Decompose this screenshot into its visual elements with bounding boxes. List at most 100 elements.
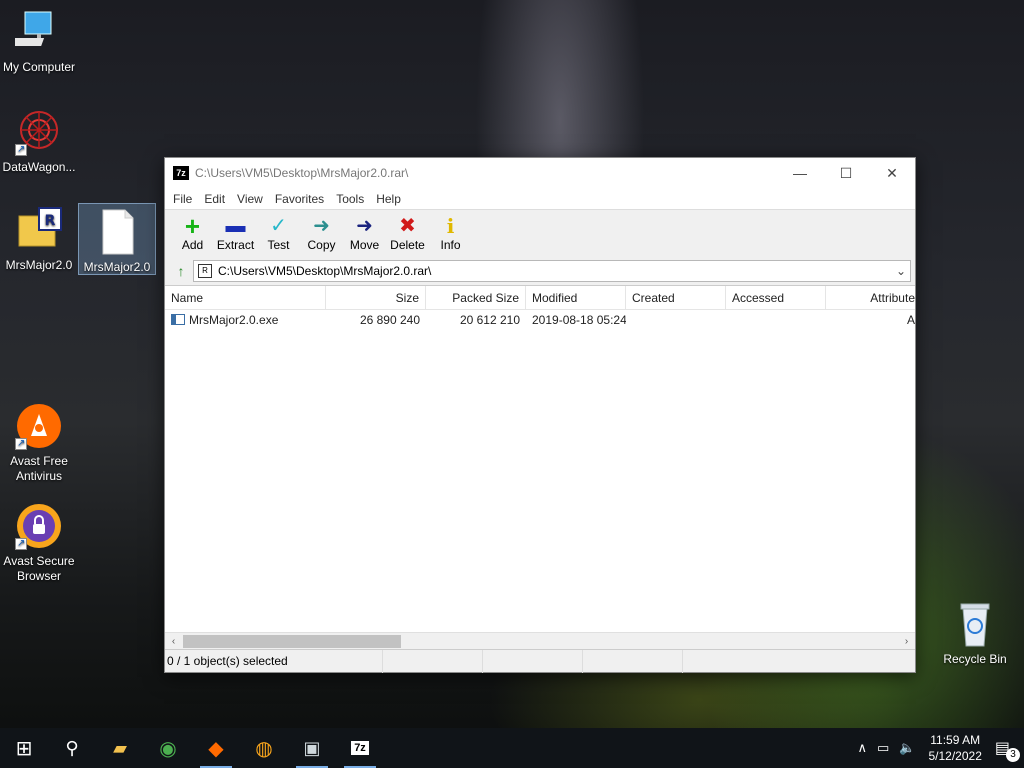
- test-label: Test: [267, 238, 290, 252]
- avast-icon: ◆: [208, 737, 224, 760]
- menu-edit[interactable]: Edit: [198, 192, 231, 206]
- shortcut-arrow-icon: [15, 142, 27, 157]
- scroll-thumb[interactable]: [183, 635, 401, 648]
- delete-label: Delete: [390, 238, 425, 252]
- scroll-left-button[interactable]: ‹: [165, 633, 182, 649]
- avast-browser-icon: [15, 502, 63, 551]
- copy-button[interactable]: ➜ Copy: [300, 214, 343, 252]
- up-folder-button[interactable]: ↑: [169, 260, 193, 282]
- delete-icon: ✖: [399, 215, 416, 237]
- cell-modified: 2019-08-18 05:24: [532, 313, 626, 327]
- rar-archive-icon: R: [15, 206, 63, 254]
- cell-packed-size: 20 612 210: [459, 313, 520, 327]
- taskbar-avast-browser[interactable]: ◍: [240, 728, 288, 768]
- address-field[interactable]: R C:\Users\VM5\Desktop\MrsMajor2.0.rar\ …: [193, 260, 911, 282]
- status-bar: 0 / 1 object(s) selected: [165, 649, 915, 673]
- shortcut-arrow-icon: [15, 436, 27, 451]
- menu-bar: File Edit View Favorites Tools Help: [165, 188, 915, 210]
- exe-file-icon: [171, 314, 185, 325]
- copy-icon: ➜: [313, 215, 330, 237]
- extract-button[interactable]: ▬ Extract: [214, 214, 257, 252]
- desktop-icon-rar-archive[interactable]: R MrsMajor2.0: [1, 206, 77, 273]
- copy-label: Copy: [307, 238, 336, 252]
- cell-size: 26 890 240: [359, 313, 420, 327]
- column-modified[interactable]: Modified: [526, 286, 626, 310]
- menu-tools[interactable]: Tools: [330, 192, 370, 206]
- folder-icon: ▰: [113, 737, 127, 758]
- menu-help[interactable]: Help: [370, 192, 407, 206]
- datawagon-icon: [15, 108, 63, 157]
- network-icon[interactable]: ▭: [872, 740, 894, 756]
- search-icon: ⚲: [65, 737, 79, 758]
- 7zip-file-manager-window: 7z C:\Users\VM5\Desktop\MrsMajor2.0.rar\…: [164, 157, 916, 673]
- chevron-down-icon[interactable]: ⌄: [892, 264, 910, 278]
- desktop-icon-datawagon[interactable]: DataWagon...: [1, 108, 77, 175]
- status-cell-3: [483, 649, 583, 673]
- test-icon: ✓: [270, 215, 287, 237]
- table-row[interactable]: MrsMajor2.0.exe 26 890 240 20 612 210 20…: [165, 310, 915, 330]
- 7zip-app-icon: 7z: [173, 166, 189, 180]
- cell-created: [626, 310, 726, 330]
- start-button[interactable]: ⊞: [0, 728, 48, 768]
- system-tray: ∧ ▭ 🔈 11:59 AM 5/12/2022 ▤ 3: [852, 728, 1024, 768]
- minimize-button[interactable]: —: [777, 158, 823, 188]
- clock-time: 11:59 AM: [930, 733, 981, 747]
- address-bar: ↑ R C:\Users\VM5\Desktop\MrsMajor2.0.rar…: [165, 258, 915, 284]
- window-title: C:\Users\VM5\Desktop\MrsMajor2.0.rar\: [195, 166, 409, 180]
- add-button[interactable]: + Add: [171, 211, 214, 252]
- delete-button[interactable]: ✖ Delete: [386, 214, 429, 252]
- desktop-icon-label: My Computer: [2, 60, 76, 74]
- title-bar[interactable]: 7z C:\Users\VM5\Desktop\MrsMajor2.0.rar\…: [165, 158, 915, 188]
- info-button[interactable]: i Info: [429, 214, 472, 252]
- search-button[interactable]: ⚲: [48, 728, 96, 768]
- info-icon: i: [446, 214, 455, 238]
- column-name[interactable]: Name: [165, 286, 326, 310]
- desktop-icon-my-computer[interactable]: My Computer: [1, 8, 77, 75]
- add-icon: +: [184, 211, 201, 241]
- avast-antivirus-icon: [15, 402, 63, 451]
- blank-file-icon: [93, 208, 141, 256]
- extract-label: Extract: [216, 238, 255, 252]
- windows-logo-icon: ⊞: [15, 737, 33, 760]
- menu-favorites[interactable]: Favorites: [269, 192, 330, 206]
- toolbar: + Add ▬ Extract ✓ Test ➜ Copy ➜ Move ✖ D…: [165, 210, 915, 258]
- cell-name: MrsMajor2.0.exe: [165, 310, 326, 330]
- desktop-icon-recycle-bin[interactable]: Recycle Bin: [937, 600, 1013, 667]
- desktop-icon-avast-antivirus[interactable]: Avast Free Antivirus: [1, 402, 77, 484]
- taskbar-file-explorer[interactable]: ▰: [96, 728, 144, 768]
- file-list: Name Size Packed Size Modified Created A…: [165, 285, 915, 649]
- column-accessed[interactable]: Accessed: [726, 286, 826, 310]
- status-cell-4: [583, 649, 683, 673]
- column-attributes[interactable]: Attribute: [826, 286, 915, 310]
- taskbar-chrome[interactable]: ◉: [144, 728, 192, 768]
- recycle-bin-icon: [951, 600, 999, 648]
- menu-file[interactable]: File: [167, 192, 198, 206]
- column-created[interactable]: Created: [626, 286, 726, 310]
- svg-text:R: R: [45, 213, 56, 229]
- clock[interactable]: 11:59 AM 5/12/2022: [920, 732, 989, 764]
- volume-icon[interactable]: 🔈: [894, 740, 920, 756]
- move-button[interactable]: ➜ Move: [343, 214, 386, 252]
- column-size[interactable]: Size: [326, 286, 426, 310]
- status-selection: 0 / 1 object(s) selected: [165, 649, 383, 673]
- desktop-icon-avast-browser[interactable]: Avast Secure Browser: [1, 502, 77, 584]
- chevron-up-icon[interactable]: ∧: [852, 740, 872, 756]
- desktop-icon-label: DataWagon...: [2, 160, 76, 174]
- file-name: MrsMajor2.0.exe: [189, 313, 279, 327]
- avast-browser-icon: ◍: [255, 737, 273, 760]
- taskbar-7zip[interactable]: 7z: [336, 728, 384, 768]
- column-packed-size[interactable]: Packed Size: [426, 286, 526, 310]
- maximize-button[interactable]: ☐: [823, 158, 869, 188]
- desktop-icon-label: Avast Free Antivirus: [10, 454, 68, 483]
- add-label: Add: [181, 238, 204, 252]
- close-button[interactable]: ✕: [869, 158, 915, 188]
- taskbar-network[interactable]: ▣: [288, 728, 336, 768]
- desktop-icon-file-selected[interactable]: MrsMajor2.0: [78, 203, 156, 275]
- test-button[interactable]: ✓ Test: [257, 214, 300, 252]
- desktop-icon-label: Avast Secure Browser: [3, 554, 75, 583]
- menu-view[interactable]: View: [231, 192, 269, 206]
- horizontal-scrollbar[interactable]: ‹ ›: [165, 632, 915, 649]
- scroll-right-button[interactable]: ›: [898, 633, 915, 649]
- taskbar-avast-antivirus[interactable]: ◆: [192, 728, 240, 768]
- notification-center[interactable]: ▤ 3: [990, 738, 1024, 762]
